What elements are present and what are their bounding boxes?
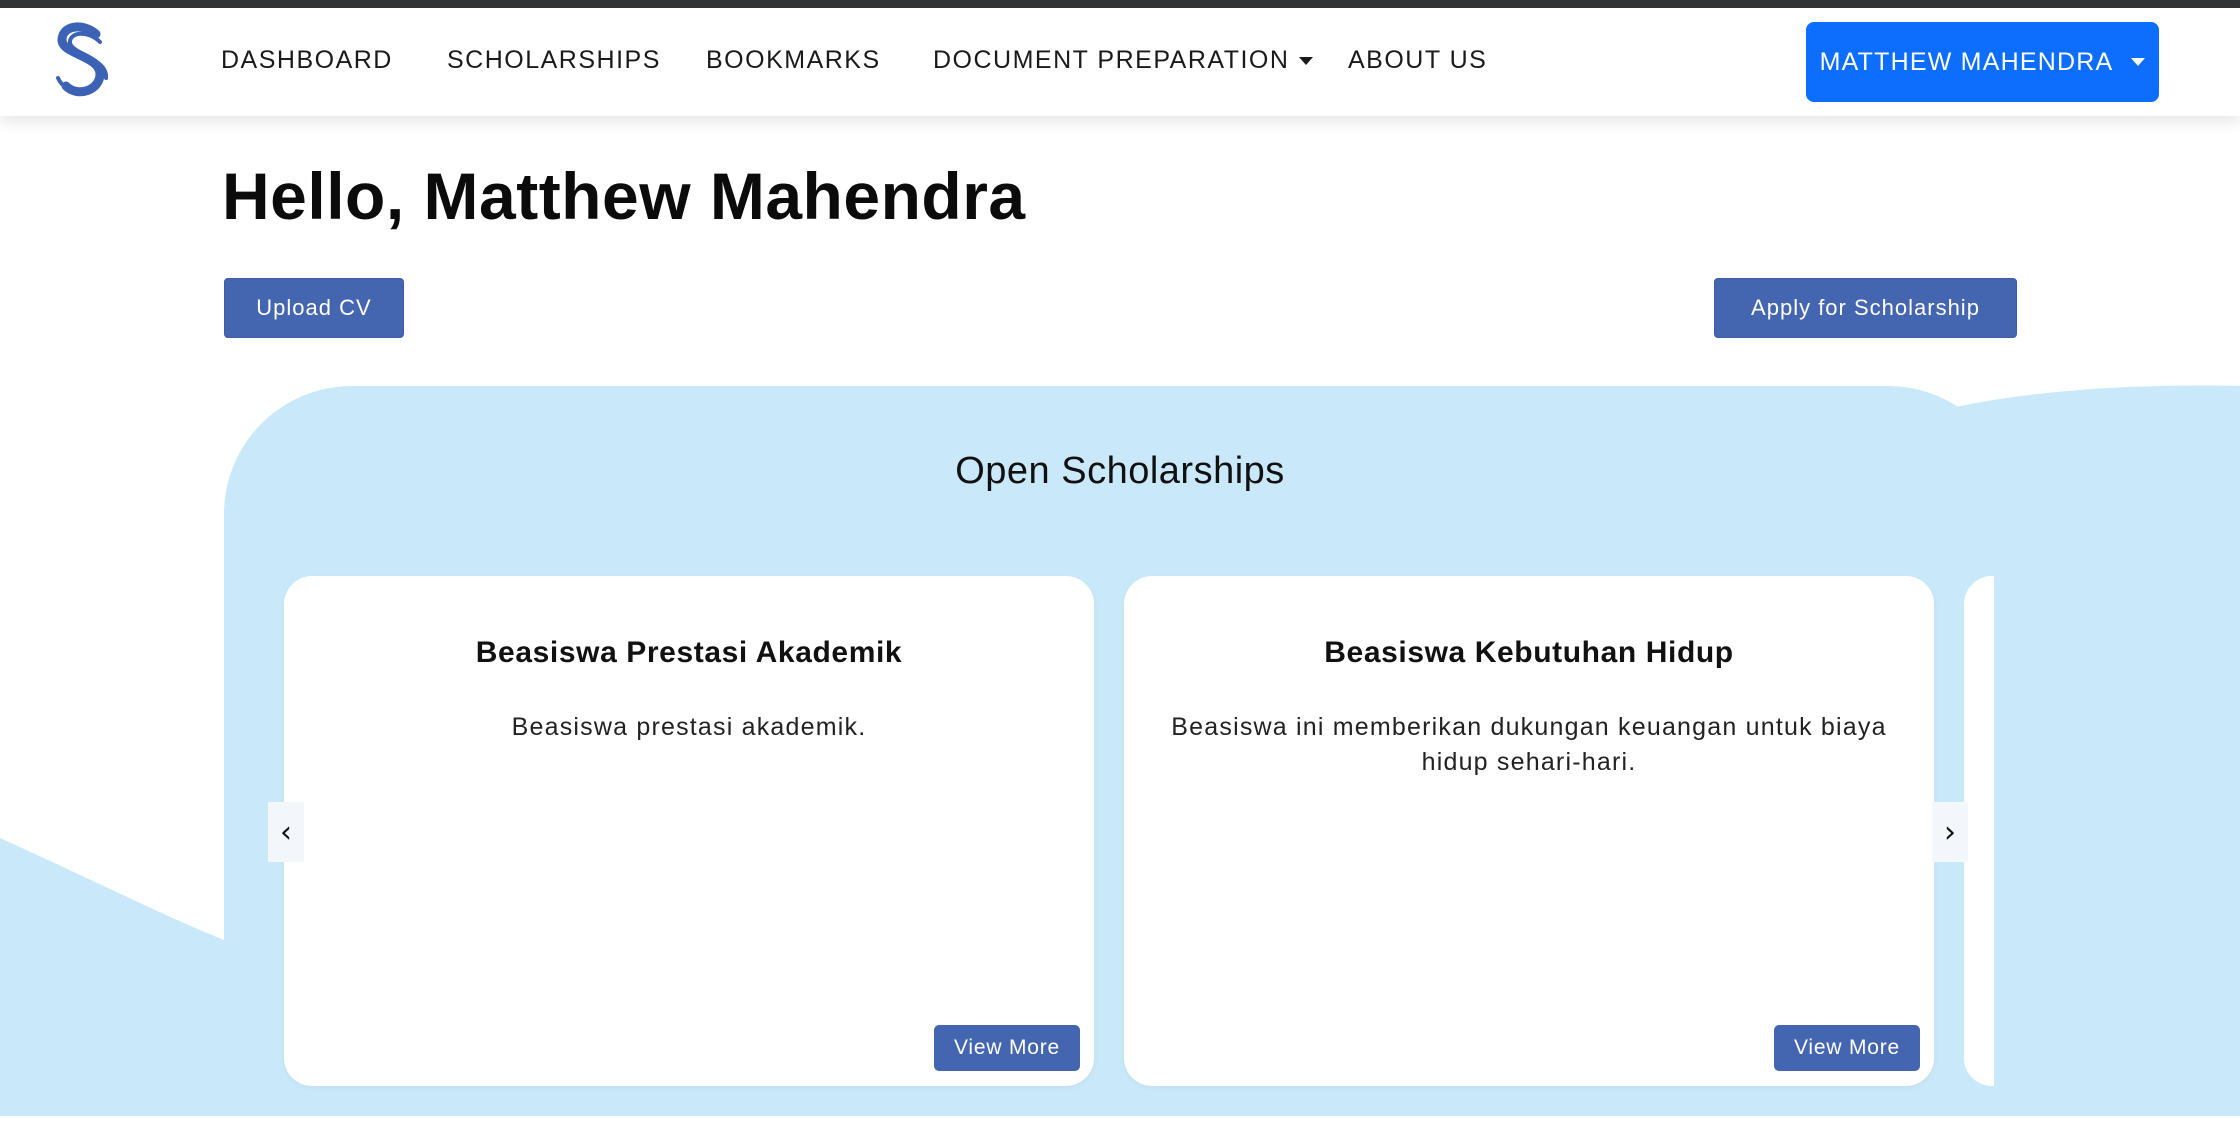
user-menu-label: MATTHEW MAHENDRA xyxy=(1819,47,2114,76)
carousel-prev-icon[interactable]: ‹ xyxy=(268,802,304,862)
carousel-next-icon[interactable]: › xyxy=(1932,802,1968,862)
view-more-button[interactable]: View More xyxy=(934,1025,1080,1071)
nav-dashboard[interactable]: DASHBOARD xyxy=(221,46,393,75)
navbar: DASHBOARD SCHOLARSHIPS BOOKMARKS DOCUMEN… xyxy=(0,8,2240,116)
scholarship-card-description: Beasiswa prestasi akademik. xyxy=(511,713,867,741)
chevron-down-icon xyxy=(1299,57,1314,66)
apply-scholarship-button[interactable]: Apply for Scholarship xyxy=(1714,278,2017,338)
scholarship-card-title: Beasiswa Kebutuhan Hidup xyxy=(1324,636,1734,669)
browser-top-strip xyxy=(0,0,2240,8)
chevron-down-icon xyxy=(2131,58,2146,66)
page-title: Hello, Matthew Mahendra xyxy=(222,159,1026,233)
user-menu-button[interactable]: MATTHEW MAHENDRA xyxy=(1806,22,2159,102)
nav-scholarships[interactable]: SCHOLARSHIPS xyxy=(447,46,661,75)
nav-bookmarks[interactable]: BOOKMARKS xyxy=(706,46,881,75)
open-scholarships-panel: Open Scholarships Beasiswa Prestasi Akad… xyxy=(224,386,2016,1116)
scholarship-card: Beasiswa Prestasi Akademik Beasiswa pres… xyxy=(284,576,1094,1086)
scholarship-card-description: Beasiswa ini memberikan dukungan keuanga… xyxy=(1171,713,1887,776)
nav-document-preparation-label: DOCUMENT PREPARATION xyxy=(933,46,1290,74)
nav-about-us[interactable]: ABOUT US xyxy=(1348,46,1487,75)
view-more-button[interactable]: View More xyxy=(1774,1025,1920,1071)
scholarship-s-logo-icon[interactable] xyxy=(52,20,112,100)
nav-document-preparation[interactable]: DOCUMENT PREPARATION xyxy=(933,46,1314,75)
scholarship-card-partial xyxy=(1964,576,1994,1086)
scholarship-card: Beasiswa Kebutuhan Hidup Beasiswa ini me… xyxy=(1124,576,1934,1086)
upload-cv-button[interactable]: Upload CV xyxy=(224,278,404,338)
scholarship-card-title: Beasiswa Prestasi Akademik xyxy=(475,636,903,669)
section-title: Open Scholarships xyxy=(955,450,1285,492)
